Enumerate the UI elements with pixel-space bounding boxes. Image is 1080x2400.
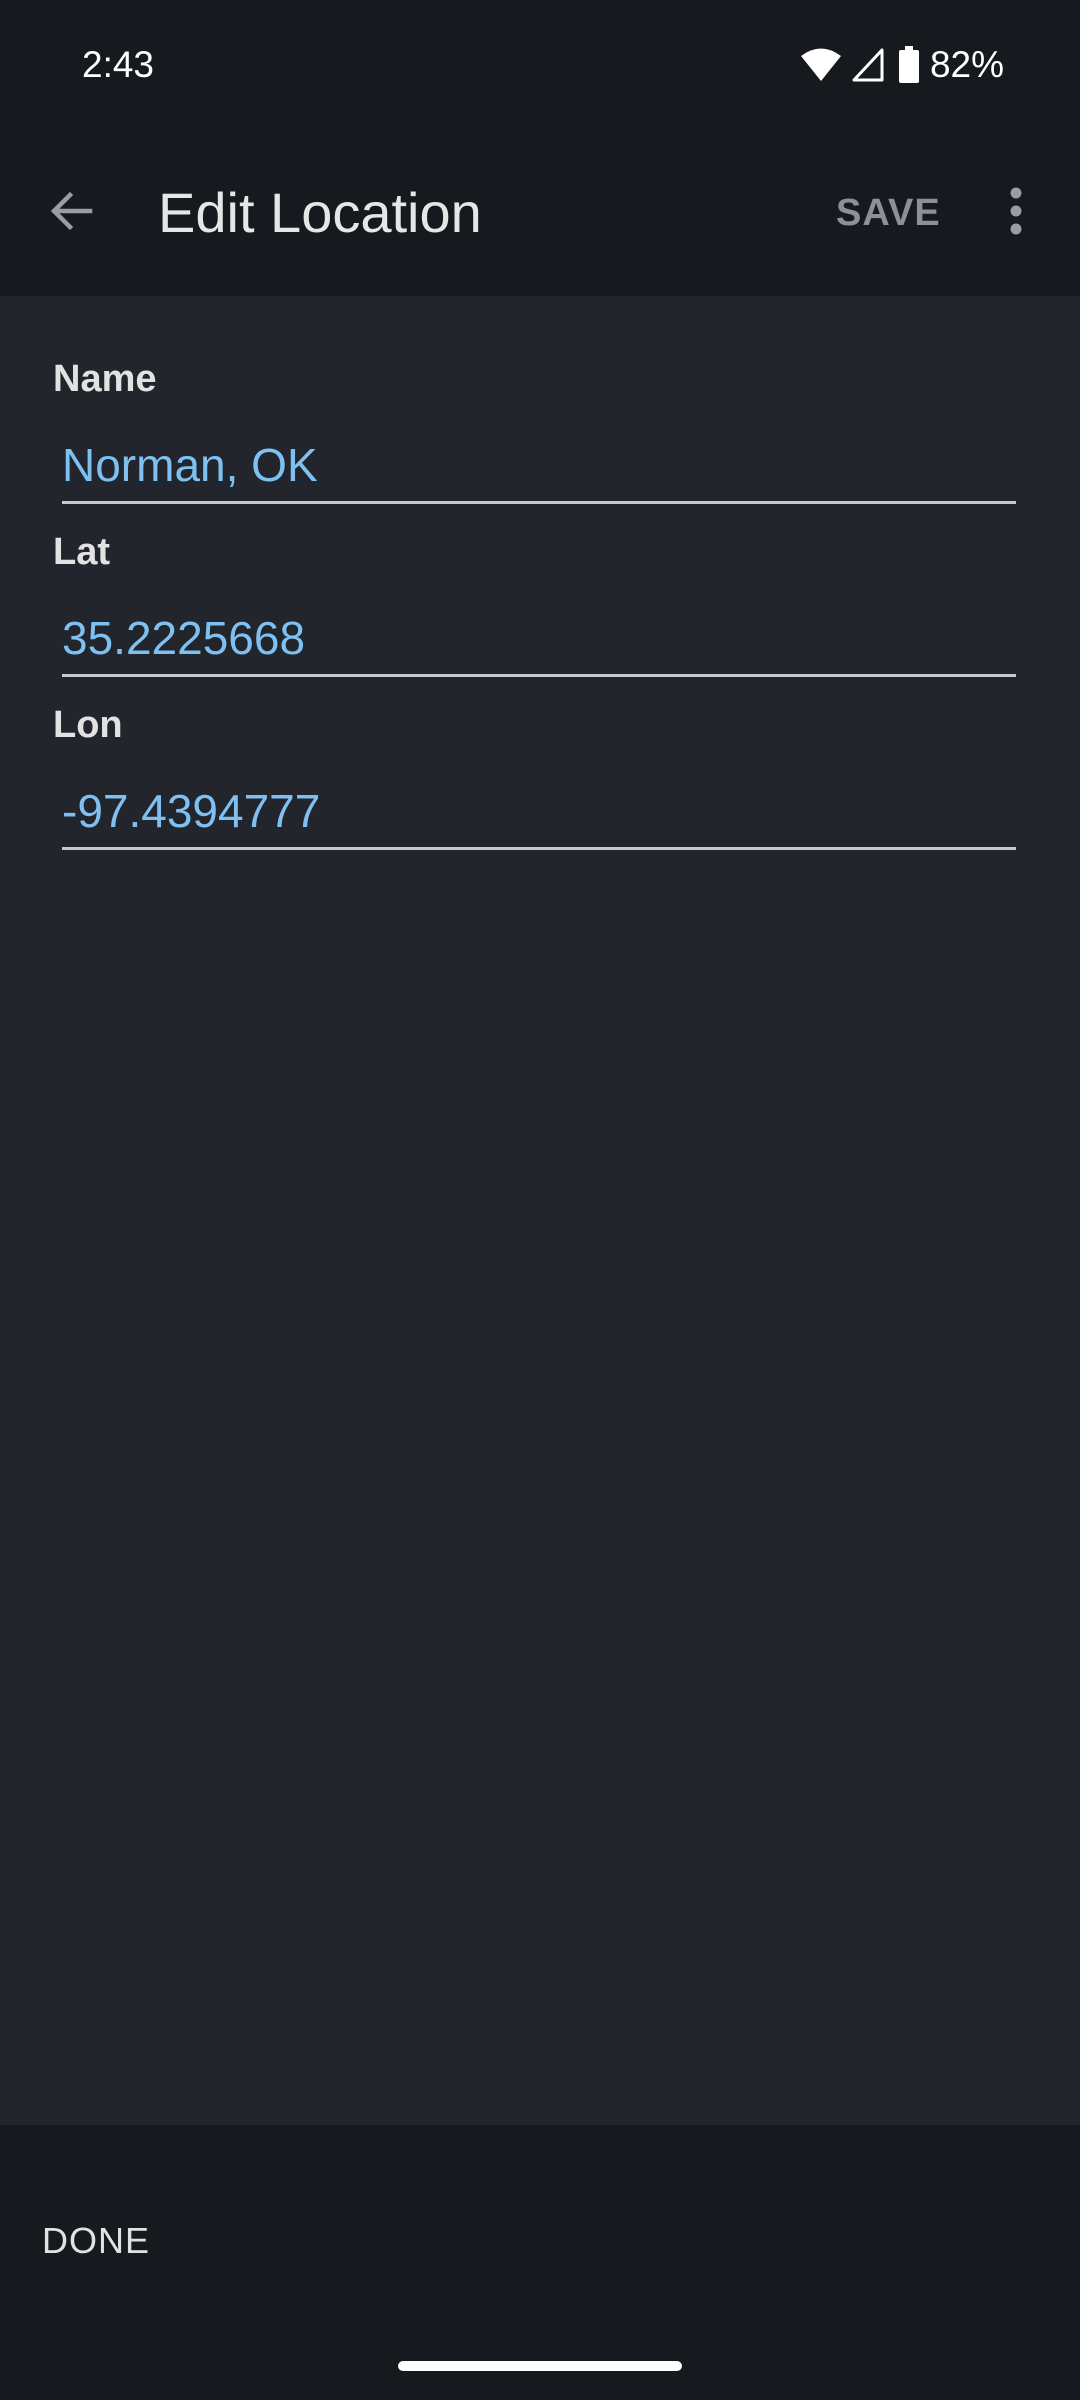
status-time: 2:43 — [82, 44, 155, 85]
cell-signal-icon — [852, 48, 884, 82]
arrow-back-icon — [49, 189, 93, 238]
app-toolbar: Edit Location SAVE — [0, 130, 1080, 296]
battery-percent: 82% — [929, 44, 1004, 85]
name-label: Name — [53, 358, 157, 400]
name-input[interactable] — [62, 429, 1016, 504]
back-button[interactable] — [28, 170, 114, 256]
more-vert-icon — [1009, 187, 1023, 240]
page-title: Edit Location — [158, 181, 482, 244]
status-bar: 2:43 82% — [0, 0, 1080, 130]
wifi-icon — [800, 47, 842, 83]
lon-label: Lon — [53, 704, 123, 746]
home-indicator[interactable] — [398, 2361, 682, 2371]
lat-input[interactable] — [62, 602, 1016, 677]
more-options-button[interactable] — [986, 170, 1046, 256]
done-button[interactable]: DONE — [42, 2205, 150, 2277]
lat-label: Lat — [53, 531, 110, 573]
bottom-bar: DONE — [0, 2125, 1080, 2400]
status-icons: 82% — [800, 40, 1004, 90]
save-button[interactable]: SAVE — [836, 180, 941, 246]
lon-input[interactable] — [62, 775, 1016, 850]
battery-icon — [898, 46, 920, 84]
